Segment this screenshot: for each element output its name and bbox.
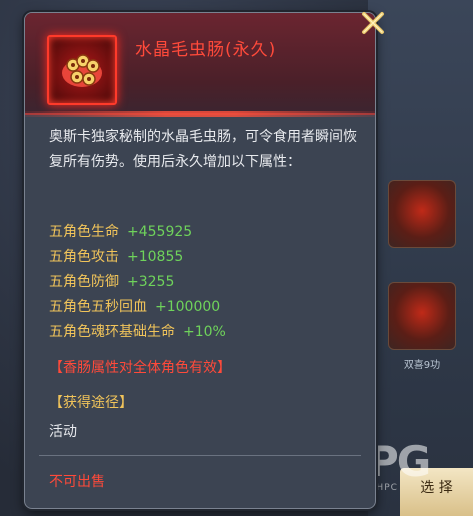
- attribute-value: +100000: [155, 299, 221, 315]
- attribute-name: 五角色防御: [49, 274, 119, 290]
- tooltip-body: 奥斯卡独家秘制的水晶毛虫肠，可令食用者瞬间恢复所有伤势。使用后永久增加以下属性：…: [49, 125, 369, 440]
- item-name: 水晶毛虫肠(永久): [135, 40, 277, 60]
- attribute-value: +10%: [183, 324, 226, 340]
- obtain-value: 活动: [49, 424, 77, 440]
- attribute-name: 五角色生命: [49, 224, 119, 240]
- item-tooltip: 水晶毛虫肠(永久) 奥斯卡独家秘制的水晶毛虫肠，可令食用者瞬间恢复所有伤势。使用…: [24, 12, 376, 509]
- tooltip-header: 水晶毛虫肠(永久): [25, 13, 375, 115]
- attribute-row: 五角色魂环基础生命 +10%: [49, 321, 226, 341]
- obtain-title: 【获得途径】: [49, 395, 133, 411]
- attribute-name: 五角色攻击: [49, 249, 119, 265]
- attribute-name: 五角色魂环基础生命: [49, 324, 175, 340]
- divider: [39, 455, 361, 456]
- background-item-label: 双喜9功: [403, 360, 441, 371]
- attribute-row: 五角色五秒回血 +100000: [49, 296, 220, 316]
- effect-note: 【香肠属性对全体角色有效】: [49, 360, 231, 376]
- header-glow: [25, 111, 375, 117]
- attribute-row: 五角色防御 +3255: [49, 271, 174, 291]
- close-x-icon[interactable]: [358, 8, 388, 38]
- attribute-row: 五角色生命 +455925: [49, 221, 192, 241]
- sell-status: 不可出售: [49, 474, 105, 490]
- attribute-row: 五角色攻击 +10855: [49, 246, 183, 266]
- background-item-slot[interactable]: [388, 180, 456, 248]
- attribute-value: +10855: [127, 249, 184, 265]
- crystal-caterpillar-sausage-icon: [62, 54, 102, 87]
- item-description: 奥斯卡独家秘制的水晶毛虫肠，可令食用者瞬间恢复所有伤势。使用后永久增加以下属性：: [49, 129, 357, 170]
- item-icon-frame: [47, 35, 117, 105]
- background-item-slot[interactable]: [388, 282, 456, 350]
- attribute-value: +455925: [127, 224, 193, 240]
- attribute-value: +3255: [127, 274, 175, 290]
- attribute-name: 五角色五秒回血: [49, 299, 147, 315]
